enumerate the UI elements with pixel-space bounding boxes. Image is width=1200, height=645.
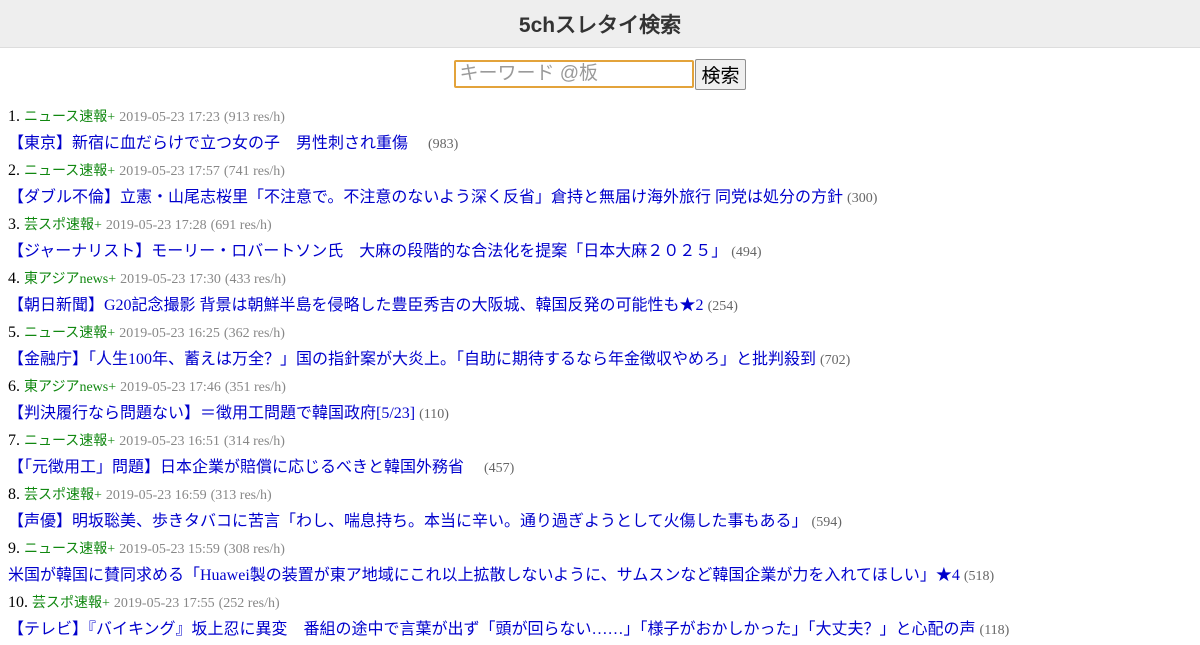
result-title-link[interactable]: 【ダブル不倫】立憲・山尾志桜里「不注意で。不注意のないよう深く反省」倉持と無届け…	[8, 189, 843, 206]
result-count: (118)	[979, 623, 1010, 638]
result-title-link[interactable]: 米国が韓国に賛同求める「Huawei製の装置が東ア地域にこれ以上拡散しないように…	[8, 567, 960, 584]
search-button[interactable]: 検索	[695, 58, 746, 90]
result-rate: (314 res/h)	[223, 434, 285, 449]
result-title-line: 米国が韓国に賛同求める「Huawei製の装置が東ア地域にこれ以上拡散しないように…	[8, 562, 1200, 590]
result-item: 4. 東アジアnews+ 2019-05-23 17:30 (433 res/h…	[8, 266, 1200, 320]
result-timestamp: 2019-05-23 17:23	[119, 110, 220, 125]
result-count: (594)	[811, 515, 842, 530]
result-rank: 1.	[8, 108, 20, 125]
page-header: 5chスレタイ検索	[0, 0, 1200, 48]
result-rate: (351 res/h)	[224, 380, 286, 395]
result-meta: 10. 芸スポ速報+ 2019-05-23 17:55 (252 res/h)	[8, 590, 1200, 616]
result-timestamp: 2019-05-23 16:59	[105, 488, 207, 503]
page-title: 5chスレタイ検索	[518, 13, 682, 37]
result-board-link[interactable]: ニュース速報+	[24, 164, 115, 179]
result-meta: 1. ニュース速報+ 2019-05-23 17:23 (913 res/h)	[8, 104, 1200, 130]
result-meta: 4. 東アジアnews+ 2019-05-23 17:30 (433 res/h…	[8, 266, 1200, 292]
result-board-link[interactable]: 東アジアnews+	[24, 272, 116, 287]
result-title-line: 【朝日新聞】G20記念撮影 背景は朝鮮半島を侵略した豊臣秀吉の大阪城、韓国反発の…	[8, 292, 1200, 320]
result-title-link[interactable]: 【東京】新宿に血だらけで立つ女の子 男性刺され重傷	[8, 135, 424, 152]
search-input[interactable]	[454, 60, 695, 88]
result-rate: (252 res/h)	[218, 596, 280, 611]
result-count: (457)	[484, 461, 515, 476]
result-title-link[interactable]: 【声優】明坂聡美、歩きタバコに苦言「わし、喘息持ち。本当に辛い。通り過ぎようとし…	[8, 513, 808, 530]
result-title-line: 【テレビ】『バイキング』坂上忍に異変 番組の途中で言葉が出ず「頭が回らない……」…	[8, 616, 1200, 644]
result-timestamp: 2019-05-23 16:25	[119, 326, 220, 341]
result-rank: 5.	[8, 324, 20, 341]
result-board-link[interactable]: ニュース速報+	[24, 326, 115, 341]
result-board-link[interactable]: 芸スポ速報+	[24, 218, 102, 233]
result-meta: 6. 東アジアnews+ 2019-05-23 17:46 (351 res/h…	[8, 374, 1200, 400]
result-timestamp: 2019-05-23 17:30	[120, 272, 221, 287]
result-timestamp: 2019-05-23 17:28	[105, 218, 207, 233]
result-item: 10. 芸スポ速報+ 2019-05-23 17:55 (252 res/h) …	[8, 590, 1200, 644]
result-title-link[interactable]: 【朝日新聞】G20記念撮影 背景は朝鮮半島を侵略した豊臣秀吉の大阪城、韓国反発の…	[8, 297, 704, 314]
result-rate: (691 res/h)	[210, 218, 272, 233]
result-title-link[interactable]: 【ジャーナリスト】モーリー・ロバートソン氏 大麻の段階的な合法化を提案「日本大麻…	[8, 243, 727, 260]
result-rate: (433 res/h)	[224, 272, 286, 287]
result-timestamp: 2019-05-23 16:51	[119, 434, 220, 449]
result-item: 8. 芸スポ速報+ 2019-05-23 16:59 (313 res/h) 【…	[8, 482, 1200, 536]
result-rank: 2.	[8, 162, 20, 179]
result-title-link[interactable]: 【「元徴用工」問題】日本企業が賠償に応じるべきと韓国外務省	[8, 459, 480, 476]
result-count: (494)	[731, 245, 762, 260]
result-rate: (308 res/h)	[223, 542, 285, 557]
result-meta: 8. 芸スポ速報+ 2019-05-23 16:59 (313 res/h)	[8, 482, 1200, 508]
result-rank: 3.	[8, 216, 20, 233]
result-rate: (313 res/h)	[210, 488, 272, 503]
result-item: 1. ニュース速報+ 2019-05-23 17:23 (913 res/h) …	[8, 104, 1200, 158]
result-rank: 4.	[8, 270, 20, 287]
result-count: (254)	[707, 299, 738, 314]
result-title-line: 【「元徴用工」問題】日本企業が賠償に応じるべきと韓国外務省 (457)	[8, 454, 1200, 482]
result-item: 7. ニュース速報+ 2019-05-23 16:51 (314 res/h) …	[8, 428, 1200, 482]
result-rank: 8.	[8, 486, 20, 503]
result-rank: 6.	[8, 378, 20, 395]
result-count: (702)	[820, 353, 851, 368]
result-title-line: 【東京】新宿に血だらけで立つ女の子 男性刺され重傷 (983)	[8, 130, 1200, 158]
result-rank: 7.	[8, 432, 20, 449]
result-timestamp: 2019-05-23 17:57	[119, 164, 220, 179]
result-title-link[interactable]: 【金融庁】「人生100年、蓄えは万全？」国の指針案が大炎上。「自助に期待するなら…	[8, 351, 816, 368]
result-timestamp: 2019-05-23 17:46	[120, 380, 221, 395]
result-meta: 3. 芸スポ速報+ 2019-05-23 17:28 (691 res/h)	[8, 212, 1200, 238]
result-meta: 9. ニュース速報+ 2019-05-23 15:59 (308 res/h)	[8, 536, 1200, 562]
result-board-link[interactable]: 芸スポ速報+	[24, 488, 102, 503]
result-count: (518)	[963, 569, 995, 584]
result-board-link[interactable]: ニュース速報+	[24, 110, 115, 125]
result-count: (300)	[847, 191, 878, 206]
result-item: 3. 芸スポ速報+ 2019-05-23 17:28 (691 res/h) 【…	[8, 212, 1200, 266]
result-item: 5. ニュース速報+ 2019-05-23 16:25 (362 res/h) …	[8, 320, 1200, 374]
result-board-link[interactable]: 芸スポ速報+	[32, 596, 110, 611]
result-board-link[interactable]: ニュース速報+	[24, 434, 115, 449]
result-title-line: 【ダブル不倫】立憲・山尾志桜里「不注意で。不注意のないよう深く反省」倉持と無届け…	[8, 184, 1200, 212]
result-title-line: 【判決履行なら問題ない】＝徴用工問題で韓国政府[5/23] (110)	[8, 400, 1200, 428]
result-title-line: 【声優】明坂聡美、歩きタバコに苦言「わし、喘息持ち。本当に辛い。通り過ぎようとし…	[8, 508, 1200, 536]
result-rank: 10.	[8, 594, 28, 611]
results-list: 1. ニュース速報+ 2019-05-23 17:23 (913 res/h) …	[0, 104, 1200, 644]
result-count: (983)	[428, 137, 459, 152]
result-rate: (913 res/h)	[223, 110, 285, 125]
search-bar: 検索	[0, 58, 1200, 90]
result-meta: 7. ニュース速報+ 2019-05-23 16:51 (314 res/h)	[8, 428, 1200, 454]
result-title-link[interactable]: 【判決履行なら問題ない】＝徴用工問題で韓国政府[5/23]	[8, 405, 415, 422]
result-timestamp: 2019-05-23 17:55	[113, 596, 215, 611]
result-title-line: 【金融庁】「人生100年、蓄えは万全？」国の指針案が大炎上。「自助に期待するなら…	[8, 346, 1200, 374]
result-item: 2. ニュース速報+ 2019-05-23 17:57 (741 res/h) …	[8, 158, 1200, 212]
result-rate: (362 res/h)	[223, 326, 285, 341]
result-item: 9. ニュース速報+ 2019-05-23 15:59 (308 res/h) …	[8, 536, 1200, 590]
result-count: (110)	[419, 407, 449, 422]
result-rate: (741 res/h)	[223, 164, 285, 179]
result-title-line: 【ジャーナリスト】モーリー・ロバートソン氏 大麻の段階的な合法化を提案「日本大麻…	[8, 238, 1200, 266]
result-board-link[interactable]: 東アジアnews+	[24, 380, 116, 395]
result-meta: 2. ニュース速報+ 2019-05-23 17:57 (741 res/h)	[8, 158, 1200, 184]
result-timestamp: 2019-05-23 15:59	[119, 542, 220, 557]
result-meta: 5. ニュース速報+ 2019-05-23 16:25 (362 res/h)	[8, 320, 1200, 346]
result-board-link[interactable]: ニュース速報+	[24, 542, 115, 557]
result-item: 6. 東アジアnews+ 2019-05-23 17:46 (351 res/h…	[8, 374, 1200, 428]
result-rank: 9.	[8, 540, 20, 557]
